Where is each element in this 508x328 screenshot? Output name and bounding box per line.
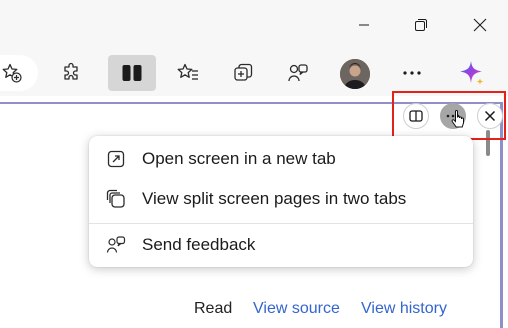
feedback-button[interactable] [280,56,316,90]
menu-item-send-feedback[interactable]: Send feedback [89,226,473,264]
restore-icon [415,19,427,31]
tab-view-history[interactable]: View history [361,300,447,318]
feedback-icon [288,64,308,82]
tab-view-source[interactable]: View source [253,300,340,318]
split-screen-button[interactable] [108,55,156,91]
close-icon [473,18,487,32]
menu-item-view-in-two-tabs[interactable]: View split screen pages in two tabs [89,180,473,218]
favorite-add-icon [2,63,22,83]
browser-toolbar [0,50,508,96]
extensions-button[interactable] [54,56,90,90]
menu-item-label: Open screen in a new tab [142,149,336,168]
add-favorite-button[interactable] [0,56,30,90]
mouse-cursor-icon [451,110,464,128]
more-button[interactable] [394,56,430,90]
pages-in-tabs-icon [106,189,126,209]
menu-separator [89,223,473,224]
minimize-icon [359,24,369,26]
restore-button[interactable] [398,6,444,44]
menu-item-label: Send feedback [142,235,256,254]
tab-read[interactable]: Read [194,300,232,318]
favorites-icon [177,63,198,80]
minimize-button[interactable] [341,6,387,44]
collections-button[interactable] [225,56,261,90]
collections-icon [234,63,253,81]
split-screen-menu: Open screen in a new tab View split scre… [89,136,473,267]
extensions-icon [64,62,78,80]
open-in-new-tab-icon [106,149,126,169]
split-screen-icon [122,65,142,81]
profile-avatar[interactable] [340,59,370,89]
menu-item-label: View split screen pages in two tabs [142,189,407,208]
highlight-box [392,91,506,140]
avatar-image [340,59,370,89]
copilot-button[interactable] [454,56,490,90]
title-bar [0,0,508,50]
feedback-icon [106,235,126,255]
more-icon [403,71,421,75]
copilot-icon [460,61,484,85]
menu-item-open-in-new-tab[interactable]: Open screen in a new tab [89,140,473,178]
favorites-button[interactable] [170,56,206,90]
close-window-button[interactable] [457,6,503,44]
